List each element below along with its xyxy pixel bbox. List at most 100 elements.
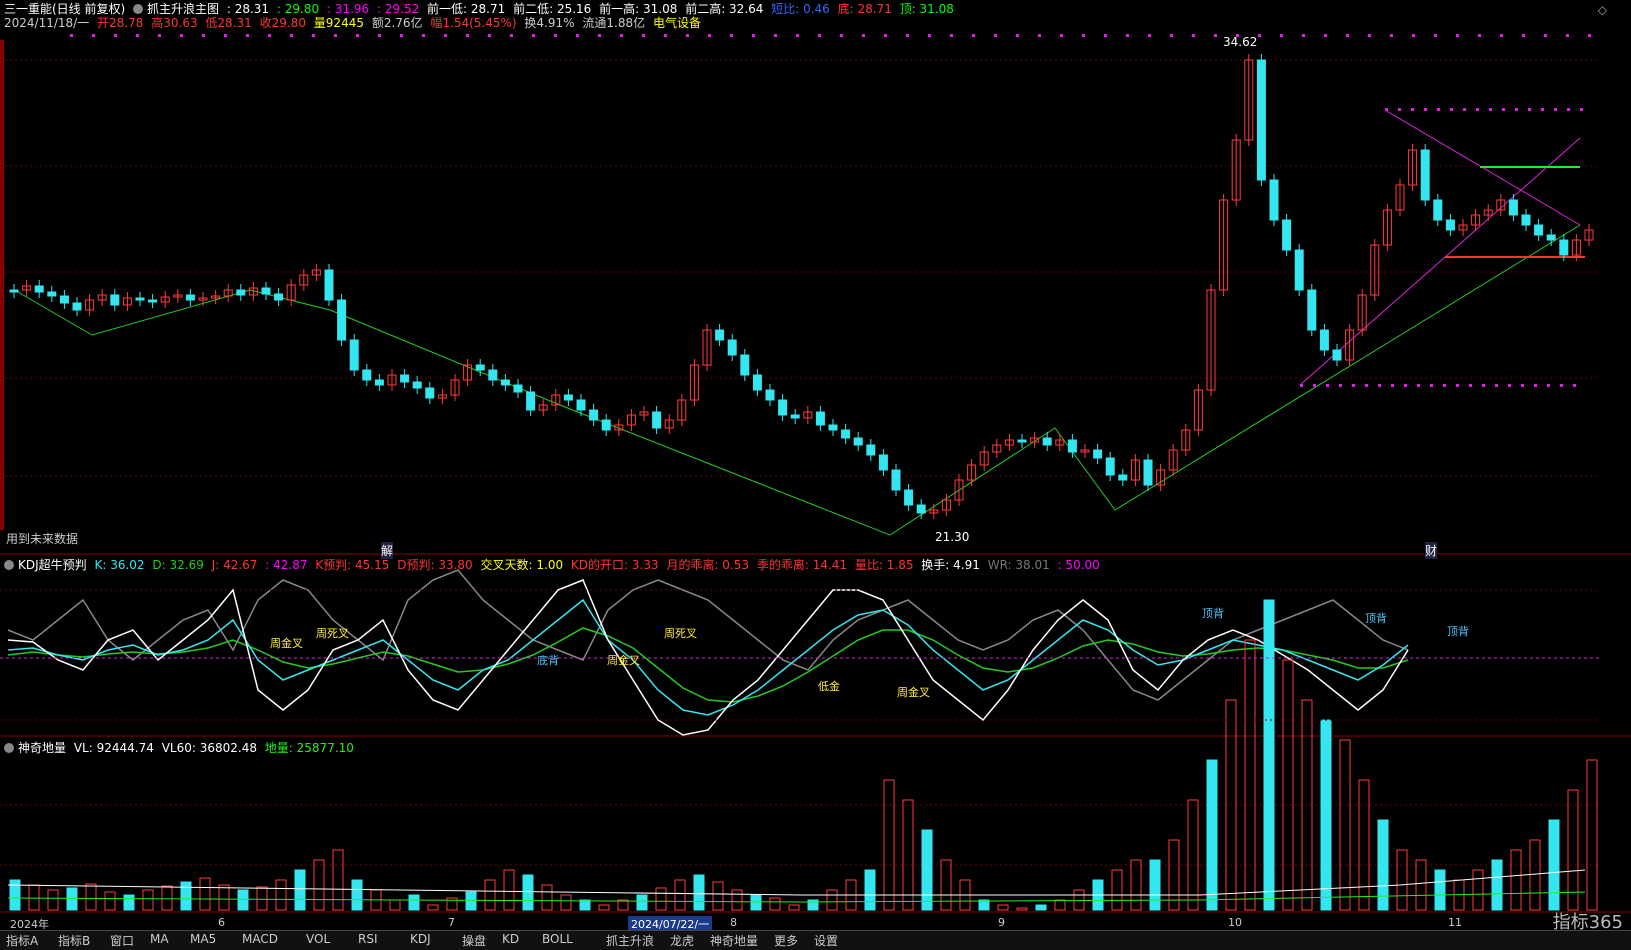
tab-9[interactable]: 操盘 [462, 932, 486, 949]
dot [950, 34, 953, 37]
candle-body [110, 294, 120, 306]
candle-body [488, 369, 498, 381]
volume-bar [750, 894, 762, 911]
tab-4[interactable]: MA5 [190, 932, 216, 946]
tab-6[interactable]: VOL [306, 932, 330, 946]
kdj-dropdown-icon[interactable] [4, 560, 14, 570]
tab-5[interactable]: MACD [242, 932, 278, 946]
wr-line [7, 569, 1409, 701]
marker-jie[interactable]: 解 [381, 542, 394, 559]
dot [1300, 384, 1303, 387]
date-label: 6 [218, 916, 225, 929]
dot [1411, 108, 1414, 111]
candle-body [652, 411, 662, 429]
dot [1478, 34, 1481, 37]
dot [1424, 108, 1427, 111]
dot [1404, 384, 1407, 387]
low-label: 21.30 [935, 530, 970, 544]
dot [1554, 108, 1557, 111]
candle-body [1420, 149, 1430, 201]
volume-bars [7, 599, 1598, 911]
volume-bar [180, 881, 192, 911]
candle-body [589, 409, 599, 421]
chart-canvas[interactable] [0, 0, 1631, 949]
vol-title[interactable]: 神奇地量 [18, 741, 66, 755]
dot [136, 34, 139, 37]
marker-cai[interactable]: 财 [1425, 542, 1438, 559]
dot [422, 34, 425, 37]
candle-body [1269, 179, 1279, 221]
candle-body [715, 329, 725, 341]
dot [1463, 108, 1466, 111]
candle-body [891, 469, 901, 491]
volume-bar [351, 879, 363, 911]
dot [620, 34, 623, 37]
candle-body [412, 381, 422, 389]
kdj-wr: WR: 38.01 [987, 558, 1050, 572]
kdj-signal-label: 周死叉 [664, 627, 697, 640]
tab-11[interactable]: BOLL [542, 932, 573, 946]
candle-body [337, 299, 347, 341]
dot [1522, 34, 1525, 37]
dot [1580, 108, 1583, 111]
dotted-levels [1300, 108, 1583, 387]
volume-bar [1529, 839, 1541, 911]
kdj-signal-label: 周死叉 [316, 627, 349, 640]
volume-bar [674, 879, 686, 911]
dot [1126, 34, 1129, 37]
tab-1[interactable]: 指标B [58, 932, 90, 949]
dot [1391, 384, 1394, 387]
tab-8[interactable]: KDJ [410, 932, 431, 946]
tab-14[interactable]: 神奇地量 [710, 932, 758, 949]
magenta-line [1299, 137, 1581, 386]
dot [158, 34, 161, 37]
dot [1365, 384, 1368, 387]
vol-dropdown-icon[interactable] [4, 743, 14, 753]
kdj-signal-label: 顶背 [1202, 607, 1224, 620]
dot [1588, 34, 1591, 37]
candle-body [1282, 219, 1292, 251]
dot [1398, 108, 1401, 111]
dot [1489, 108, 1492, 111]
candle-body [1534, 224, 1544, 236]
tab-7[interactable]: RSI [358, 932, 378, 946]
candle-body [374, 379, 384, 386]
dot [686, 34, 689, 37]
dot [1352, 384, 1355, 387]
candle-body [400, 374, 410, 383]
dot [290, 34, 293, 37]
dot [466, 34, 469, 37]
dot [1104, 34, 1107, 37]
dot [972, 34, 975, 37]
dot [334, 34, 337, 37]
date-axis: 2024年 6 7 2024/07/22/一 8 9 10 11 [0, 916, 1631, 932]
dot [1541, 108, 1544, 111]
tab-13[interactable]: 龙虎 [670, 932, 694, 949]
candle-body [1067, 439, 1077, 453]
volume-bar [693, 874, 705, 911]
candle-body [1118, 474, 1128, 481]
tab-15[interactable]: 更多 [774, 932, 798, 949]
candle-body [526, 391, 536, 411]
high-label: 34.62 [1223, 35, 1258, 49]
candle-body [148, 299, 158, 303]
volume-bar [1358, 779, 1370, 911]
tab-3[interactable]: MA [150, 932, 169, 946]
tab-16[interactable]: 设置 [814, 932, 838, 949]
dot [70, 34, 73, 37]
date-label: 9 [998, 916, 1005, 929]
candle-body [1307, 289, 1317, 331]
dot [1434, 34, 1437, 37]
volume-bar [522, 874, 534, 911]
kdj-title[interactable]: KDJ超牛预判 [18, 558, 87, 572]
tab-10[interactable]: KD [502, 932, 519, 946]
dot [1567, 108, 1570, 111]
volume-bar [256, 886, 268, 911]
candle-body [1445, 219, 1455, 231]
tab-12[interactable]: 抓主升浪 [606, 932, 654, 949]
candle-body [34, 285, 44, 293]
tab-2[interactable]: 窗口 [110, 932, 134, 949]
tab-0[interactable]: 指标A [6, 932, 38, 949]
dot [1417, 384, 1420, 387]
dot [1482, 384, 1485, 387]
